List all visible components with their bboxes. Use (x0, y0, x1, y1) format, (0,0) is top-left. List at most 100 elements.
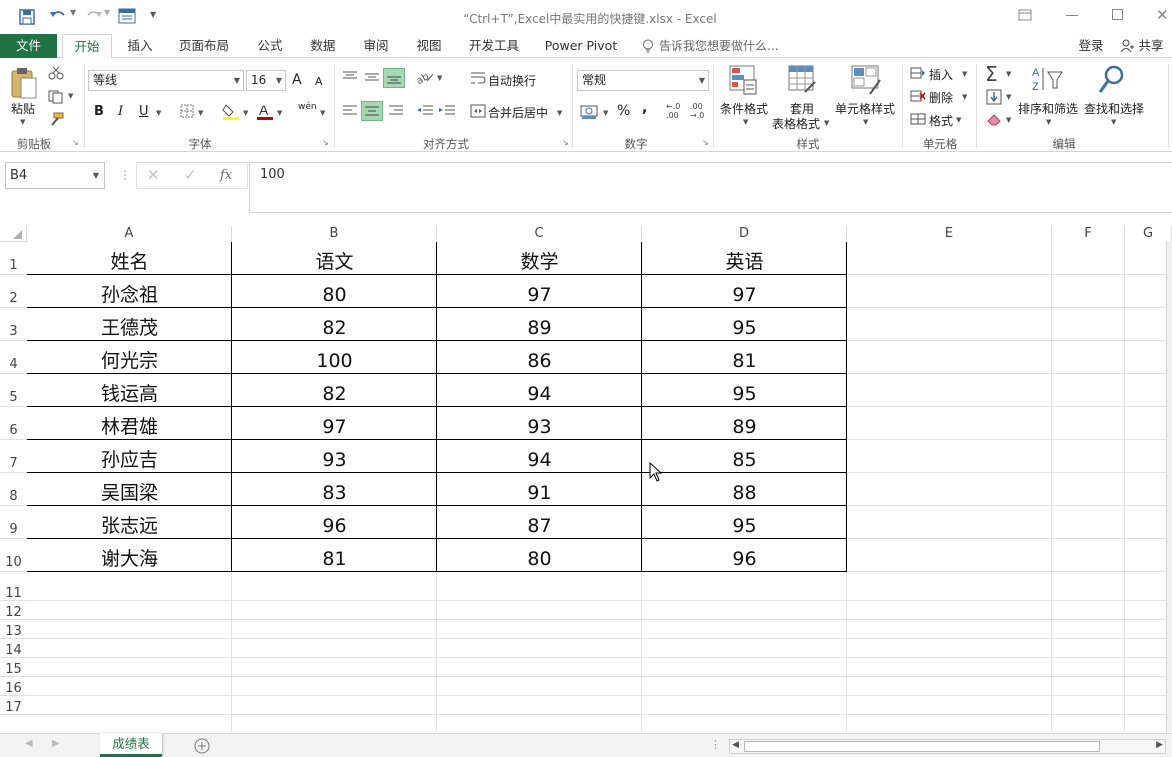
form-icon[interactable] (118, 8, 136, 27)
tab-data[interactable]: 数据 (303, 34, 343, 58)
row-header-3[interactable]: 3 (0, 308, 27, 341)
comma-style-button[interactable]: , (642, 100, 647, 116)
increase-decimal-icon[interactable]: ←.0 .00 (666, 102, 680, 120)
formula-input[interactable]: 100 (249, 162, 1172, 213)
insert-cells-button[interactable]: 插入 (929, 66, 953, 83)
splitter-icon[interactable]: ⋮ (710, 738, 721, 751)
format-painter-icon[interactable] (48, 112, 64, 129)
conditional-formatting-button[interactable]: 条件格式 (720, 100, 768, 117)
column-header-e[interactable]: E (847, 226, 1052, 242)
table-cell[interactable]: 张志远 (27, 514, 232, 539)
redo-icon[interactable] (84, 7, 104, 28)
login-link[interactable]: 登录 (1074, 34, 1108, 58)
scroll-sheets-left-icon[interactable]: ◀ (25, 738, 33, 749)
table-cell[interactable]: 97 (232, 415, 437, 440)
close-icon[interactable]: ✕ (1156, 6, 1169, 24)
sheet-tab-active[interactable]: 成绩表 (100, 733, 162, 757)
cell-styles-icon[interactable] (850, 64, 882, 99)
column-header-f[interactable]: F (1052, 226, 1125, 242)
table-cell[interactable]: 94 (437, 448, 642, 473)
header-cell[interactable]: 姓名 (27, 250, 232, 275)
maximize-icon[interactable] (1112, 9, 1123, 20)
paste-dropdown-icon[interactable]: ▼ (20, 118, 25, 126)
row-header-10[interactable]: 10 (0, 539, 27, 572)
fill-icon[interactable] (986, 89, 1002, 108)
format-cells-button[interactable]: 格式 (929, 112, 953, 129)
insert-dropdown-icon[interactable]: ▼ (962, 70, 967, 78)
table-cell[interactable]: 81 (232, 547, 437, 572)
cell-styles-button[interactable]: 单元格样式 (835, 100, 895, 117)
table-cell[interactable]: 89 (437, 316, 642, 341)
font-launcher-icon[interactable]: ↘ (322, 138, 329, 147)
percent-style-button[interactable]: % (617, 103, 630, 119)
align-top-icon[interactable] (342, 70, 358, 87)
column-header-c[interactable]: C (437, 226, 642, 242)
decrease-indent-icon[interactable] (416, 104, 434, 121)
table-cell[interactable]: 吴国梁 (27, 481, 232, 506)
table-cell[interactable]: 孙念祖 (27, 283, 232, 308)
orientation-icon[interactable]: ab (415, 70, 434, 87)
cut-icon[interactable] (48, 66, 64, 83)
tab-formulas[interactable]: 公式 (250, 34, 290, 58)
row-header-16[interactable]: 16 (0, 677, 27, 696)
clear-icon[interactable] (986, 112, 1002, 129)
row-header-15[interactable]: 15 (0, 658, 27, 677)
row-header-12[interactable]: 12 (0, 601, 27, 620)
fill-dropdown-icon[interactable]: ▼ (1006, 93, 1011, 101)
row-header-9[interactable]: 9 (0, 506, 27, 539)
format-as-table-icon[interactable] (787, 64, 817, 99)
sort-filter-icon[interactable]: AZ (1030, 64, 1064, 99)
find-select-icon[interactable] (1098, 64, 1128, 99)
italic-button[interactable]: I (118, 104, 123, 119)
tab-insert[interactable]: 插入 (120, 34, 160, 58)
underline-dropdown-icon[interactable]: ▼ (156, 109, 161, 117)
header-cell[interactable]: 英语 (642, 250, 847, 275)
border-dropdown-icon[interactable]: ▼ (198, 109, 203, 117)
row-header-11[interactable]: 11 (0, 572, 27, 601)
header-cell[interactable]: 数学 (437, 250, 642, 275)
chevron-down-icon[interactable]: ▼ (93, 163, 99, 188)
fill-color-dropdown-icon[interactable]: ▼ (243, 109, 248, 117)
align-bottom-icon[interactable] (383, 68, 405, 88)
phonetic-button[interactable]: wén (298, 102, 317, 112)
table-cell[interactable]: 97 (437, 283, 642, 308)
sort-filter-button[interactable]: 排序和筛选 (1018, 100, 1078, 117)
font-color-icon[interactable]: A (256, 102, 274, 123)
scroll-sheets-right-icon[interactable]: ▶ (52, 738, 60, 749)
font-size-select[interactable]: 16 ▼ (246, 70, 286, 91)
bold-button[interactable]: B (94, 104, 104, 119)
insert-function-icon[interactable]: fx (220, 168, 232, 183)
share-button[interactable]: 共享 (1136, 34, 1166, 58)
table-cell[interactable]: 91 (437, 481, 642, 506)
table-cell[interactable]: 96 (232, 514, 437, 539)
align-right-icon[interactable] (388, 104, 404, 121)
header-cell[interactable]: 语文 (232, 250, 437, 275)
row-header-13[interactable]: 13 (0, 620, 27, 639)
sort-filter-dropdown-icon[interactable]: ▼ (1046, 118, 1051, 126)
name-box[interactable]: B4 ▼ (5, 162, 105, 189)
wrap-text-icon[interactable] (470, 71, 486, 88)
align-center-icon[interactable] (361, 101, 383, 121)
enter-icon[interactable]: ✓ (184, 166, 197, 184)
merge-dropdown-icon[interactable]: ▼ (557, 109, 562, 117)
row-header-2[interactable]: 2 (0, 275, 27, 308)
accounting-format-icon[interactable] (580, 102, 600, 123)
format-dropdown-icon[interactable]: ▼ (956, 116, 961, 124)
number-format-select[interactable]: 常规 ▼ (577, 70, 709, 91)
delete-cells-icon[interactable] (910, 89, 926, 106)
column-header-g[interactable]: G (1125, 226, 1172, 242)
table-cell[interactable]: 85 (642, 448, 847, 473)
cancel-icon[interactable]: ✕ (147, 166, 160, 184)
clipboard-launcher-icon[interactable]: ↘ (72, 138, 79, 147)
horizontal-scrollbar[interactable]: ◀ ▶ (729, 739, 1166, 754)
table-cell[interactable]: 钱运高 (27, 382, 232, 407)
tab-file[interactable]: 文件 (0, 34, 57, 58)
row-header-5[interactable]: 5 (0, 374, 27, 407)
worksheet-grid[interactable]: ABCDEFG 1 2 3 4 5 6 7 8 9 10 11 12 13 14 15 16 17 姓名 语文 数学… (0, 226, 1172, 732)
border-icon[interactable] (180, 104, 194, 121)
align-left-icon[interactable] (342, 104, 358, 121)
column-header-a[interactable]: A (27, 226, 232, 242)
format-as-table-label-2[interactable]: 表格格式 (772, 115, 820, 132)
table-cell[interactable]: 87 (437, 514, 642, 539)
merge-center-icon[interactable] (470, 104, 486, 121)
